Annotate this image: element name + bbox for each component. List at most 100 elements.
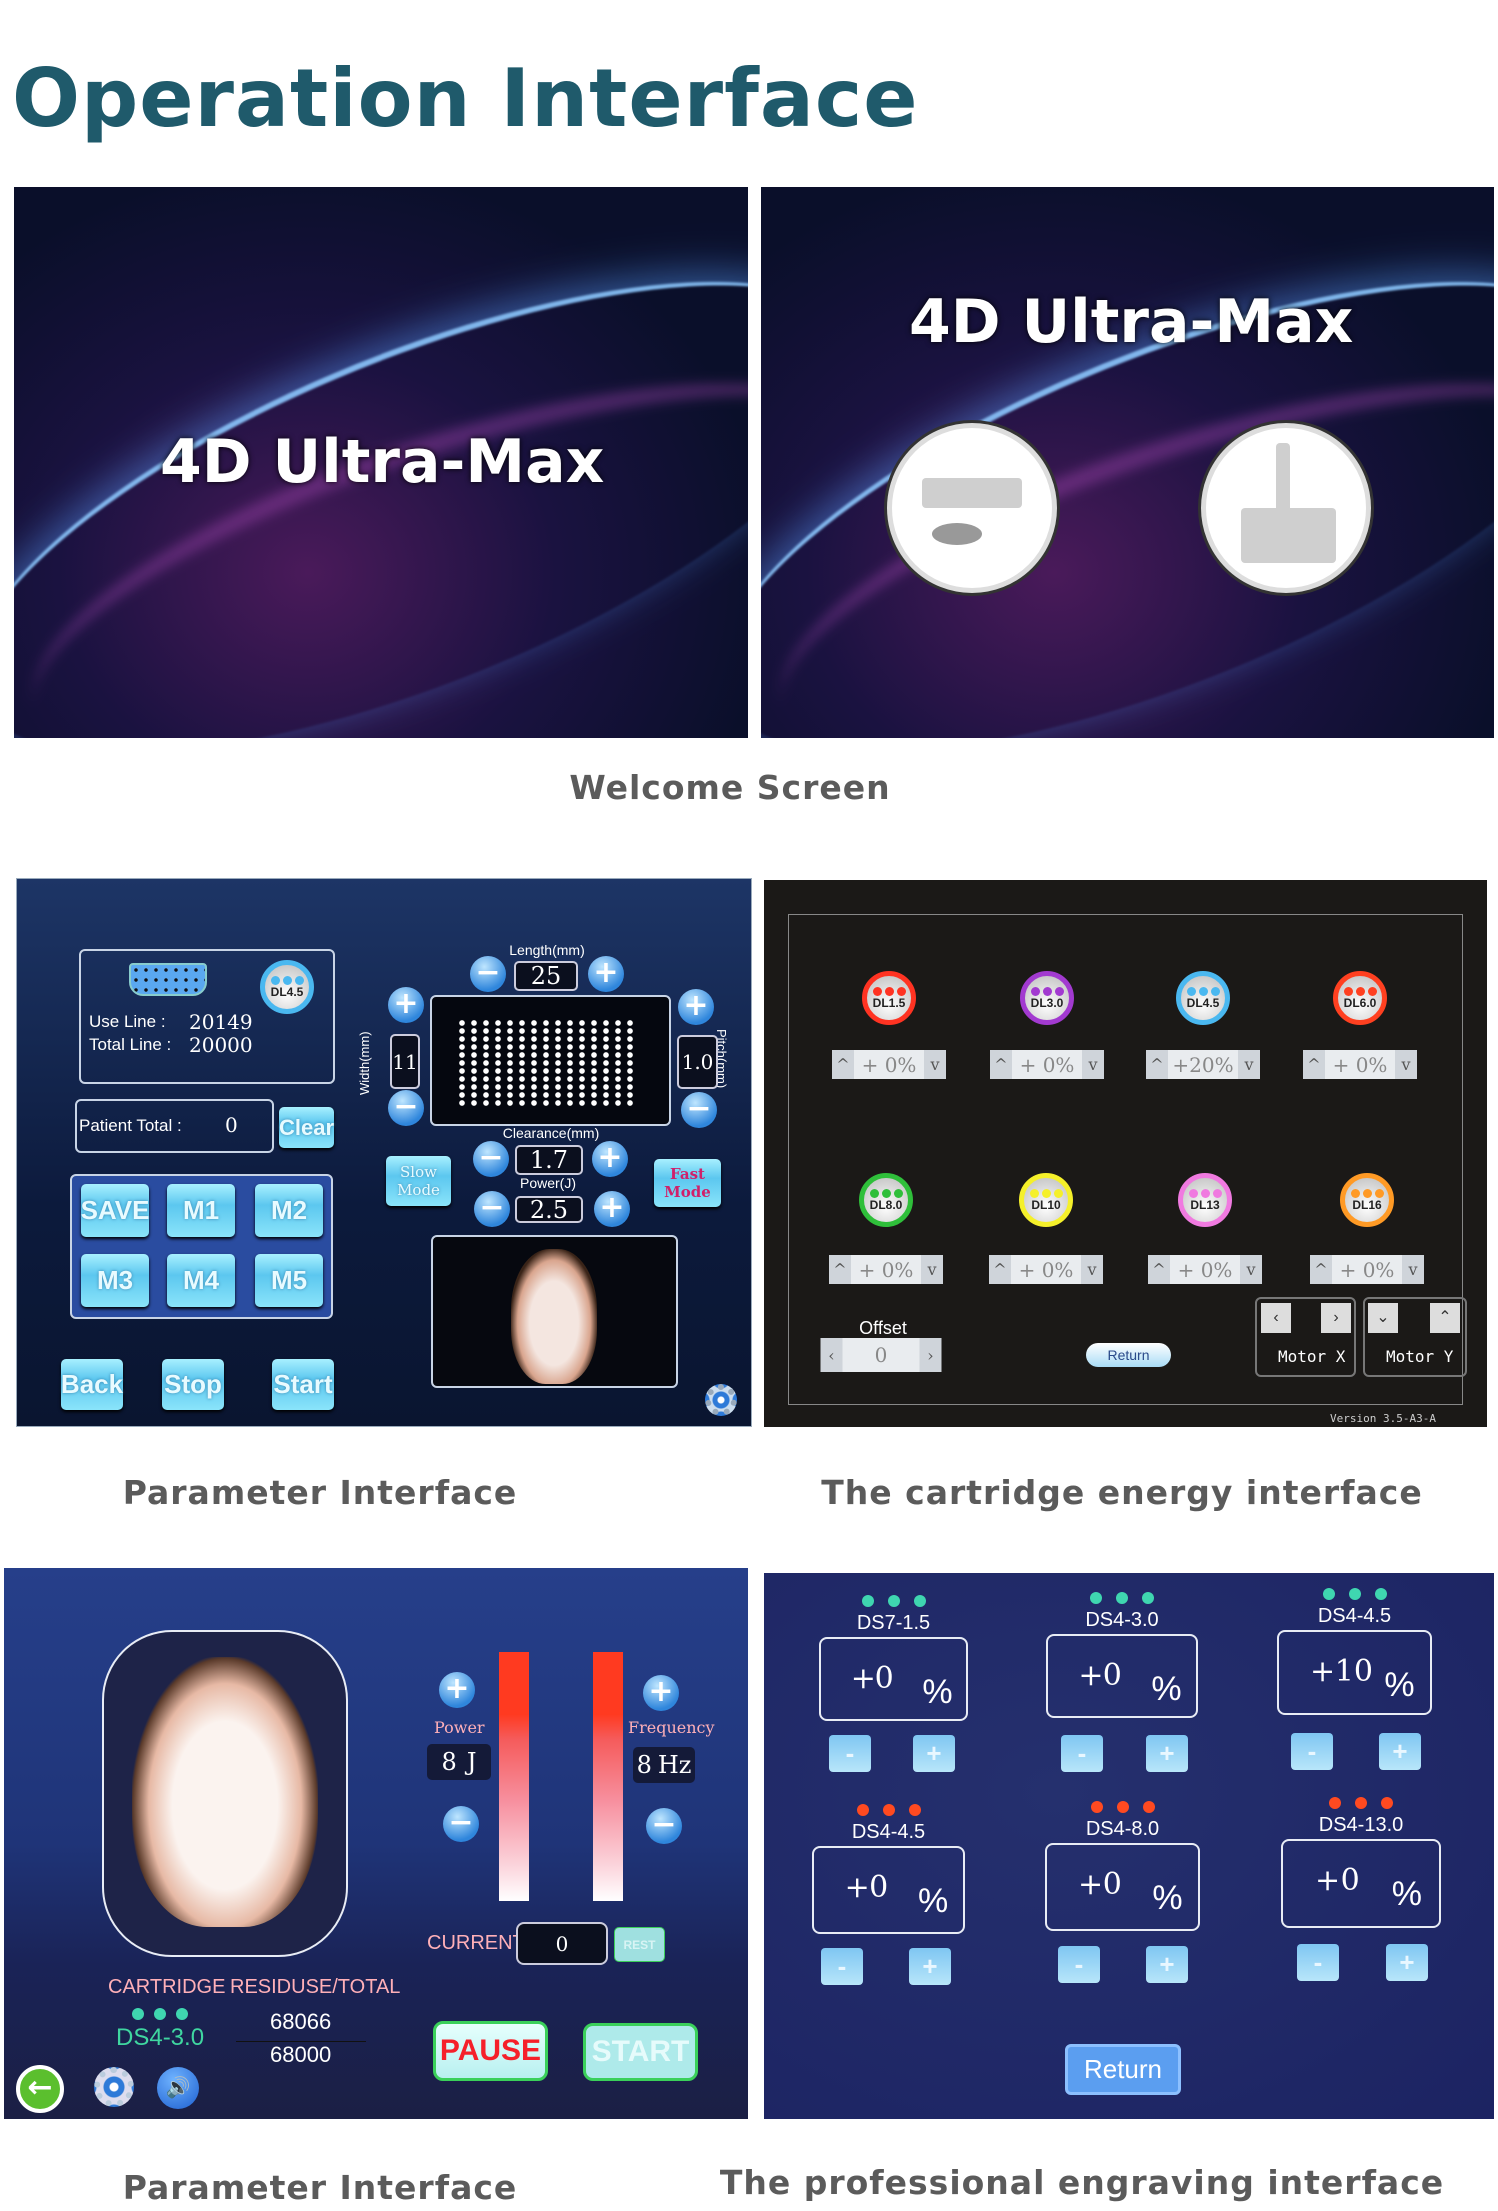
decrease-button[interactable]: - [1061, 1735, 1103, 1772]
back-arrow-icon[interactable]: ← [16, 2065, 64, 2113]
clearance-plus-button[interactable]: + [592, 1141, 628, 1177]
memory-button-m3[interactable]: M3 [81, 1254, 149, 1307]
power-plus-button[interactable]: + [439, 1672, 475, 1708]
decrease-button[interactable]: - [1291, 1733, 1333, 1770]
cartridge-badge[interactable]: DL4.5 [1176, 971, 1230, 1025]
decrease-button[interactable]: v [1081, 1255, 1103, 1284]
decrease-button[interactable]: v [1082, 1050, 1104, 1079]
energy-stepper[interactable]: ^ + 0% v [990, 1050, 1104, 1079]
motor-x-right-button[interactable]: › [1321, 1303, 1351, 1333]
cartridge-badge[interactable]: DL16 [1340, 1173, 1394, 1227]
slow-mode-button[interactable]: Slow Mode [386, 1156, 451, 1206]
gear-icon[interactable] [705, 1384, 737, 1416]
pitch-plus-button[interactable]: + [678, 989, 714, 1025]
cartridge-badge[interactable]: DL13 [1178, 1173, 1232, 1227]
decrease-button[interactable]: v [1402, 1255, 1424, 1284]
memory-button-m1[interactable]: M1 [167, 1184, 235, 1237]
welcome-screen-right: 4D Ultra-Max [761, 187, 1494, 738]
decrease-button[interactable]: v [921, 1255, 943, 1284]
increase-button[interactable]: ^ [1303, 1050, 1325, 1079]
frequency-plus-button[interactable]: + [643, 1675, 679, 1711]
energy-stepper[interactable]: ^ + 0% v [989, 1255, 1103, 1284]
length-minus-button[interactable]: − [470, 956, 506, 992]
energy-stepper[interactable]: ^ + 0% v [1310, 1255, 1424, 1284]
increase-button[interactable]: ^ [990, 1050, 1012, 1079]
energy-stepper[interactable]: ^ +20% v [1146, 1050, 1260, 1079]
increase-button[interactable]: ^ [989, 1255, 1011, 1284]
increase-button[interactable]: ^ [1148, 1255, 1170, 1284]
cartridge-badge[interactable]: DL1.5 [862, 971, 916, 1025]
decrease-button[interactable]: v [1240, 1255, 1262, 1284]
indicator-dots [1090, 1592, 1154, 1604]
decrease-button[interactable]: v [1238, 1050, 1260, 1079]
increase-button[interactable]: ^ [829, 1255, 851, 1284]
energy-stepper[interactable]: ^ + 0% v [1303, 1050, 1417, 1079]
energy-percent-box: + 0 % [1281, 1839, 1441, 1928]
increase-button[interactable]: + [1146, 1735, 1188, 1772]
start-button[interactable]: Start [272, 1359, 334, 1410]
power-minus-button[interactable]: − [474, 1191, 510, 1227]
pause-button[interactable]: PAUSE [433, 2021, 548, 2081]
clearance-minus-button[interactable]: − [473, 1141, 509, 1177]
power-level-bar[interactable] [499, 1652, 529, 1901]
increase-button[interactable]: ^ [1310, 1255, 1332, 1284]
width-minus-button[interactable]: − [388, 1090, 424, 1126]
return-button[interactable]: Return [1086, 1343, 1171, 1367]
engraving-screen: DS7-1.5 + 0 % - + DS4-3.0 + 0 % - + DS4-… [764, 1573, 1494, 2119]
increase-button[interactable]: ^ [832, 1050, 854, 1079]
energy-stepper[interactable]: ^ + 0% v [832, 1050, 946, 1079]
energy-stepper[interactable]: ^ + 0% v [1148, 1255, 1262, 1284]
current-label: CURRENT [427, 1932, 525, 1954]
clear-button[interactable]: Clear [279, 1107, 334, 1148]
energy-value: +20% [1172, 1052, 1234, 1077]
offset-decrease-button[interactable]: ‹ [820, 1338, 843, 1372]
energy-stepper[interactable]: ^ + 0% v [829, 1255, 943, 1284]
length-plus-button[interactable]: + [588, 956, 624, 992]
power-plus-button[interactable]: + [594, 1191, 630, 1227]
width-label: Width(mm) [357, 1031, 372, 1095]
stop-button[interactable]: Stop [162, 1359, 224, 1410]
start-button[interactable]: START [583, 2023, 698, 2081]
memory-button-m5[interactable]: M5 [255, 1254, 323, 1307]
back-button[interactable]: Back [61, 1359, 123, 1410]
speaker-icon[interactable]: 🔊 [157, 2067, 199, 2109]
increase-button[interactable]: + [1386, 1944, 1428, 1981]
power-minus-button[interactable]: − [443, 1806, 479, 1842]
memory-button-save[interactable]: SAVE [81, 1184, 149, 1237]
increase-button[interactable]: + [1379, 1733, 1421, 1770]
frequency-level-bar[interactable] [593, 1652, 623, 1901]
decrease-button[interactable]: - [1297, 1944, 1339, 1981]
motor-y-down-button[interactable]: ⌄ [1368, 1303, 1398, 1333]
increase-button[interactable]: ^ [1146, 1050, 1168, 1079]
width-plus-button[interactable]: + [388, 987, 424, 1023]
offset-value[interactable]: 0 [843, 1338, 920, 1372]
offset-increase-button[interactable]: › [919, 1338, 942, 1372]
motor-y-label: Motor Y [1386, 1347, 1454, 1366]
fast-mode-button[interactable]: Fast Mode [654, 1159, 721, 1207]
cartridge-badge[interactable]: DL10 [1019, 1173, 1073, 1227]
increase-button[interactable]: + [909, 1948, 951, 1985]
memory-button-m2[interactable]: M2 [255, 1184, 323, 1237]
increase-button[interactable]: + [913, 1735, 955, 1772]
memory-button-m4[interactable]: M4 [167, 1254, 235, 1307]
cartridge-badge[interactable]: DL8.0 [859, 1173, 913, 1227]
gear-icon[interactable] [94, 2067, 134, 2107]
decrease-button[interactable]: - [829, 1735, 871, 1772]
decrease-button[interactable]: - [821, 1948, 863, 1985]
motor-x-left-button[interactable]: ‹ [1261, 1303, 1291, 1333]
version-label: Version 3.5-A3-A [1330, 1412, 1436, 1425]
decrease-button[interactable]: v [924, 1050, 946, 1079]
cartridge-badge[interactable]: DL3.0 [1020, 971, 1074, 1025]
frequency-minus-button[interactable]: − [646, 1808, 682, 1844]
pitch-minus-button[interactable]: − [681, 1092, 717, 1128]
increase-button[interactable]: + [1146, 1946, 1188, 1983]
offset-stepper[interactable]: ‹ 0 › [820, 1338, 942, 1372]
cartridge-badge[interactable]: DL4.5 [260, 960, 314, 1014]
energy-value: + 0% [858, 1257, 914, 1282]
return-button[interactable]: Return [1065, 2044, 1181, 2095]
decrease-button[interactable]: v [1395, 1050, 1417, 1079]
motor-y-up-button[interactable]: ⌃ [1430, 1303, 1460, 1333]
rest-button[interactable]: REST [614, 1927, 665, 1962]
decrease-button[interactable]: - [1058, 1946, 1100, 1983]
cartridge-badge[interactable]: DL6.0 [1333, 971, 1387, 1025]
